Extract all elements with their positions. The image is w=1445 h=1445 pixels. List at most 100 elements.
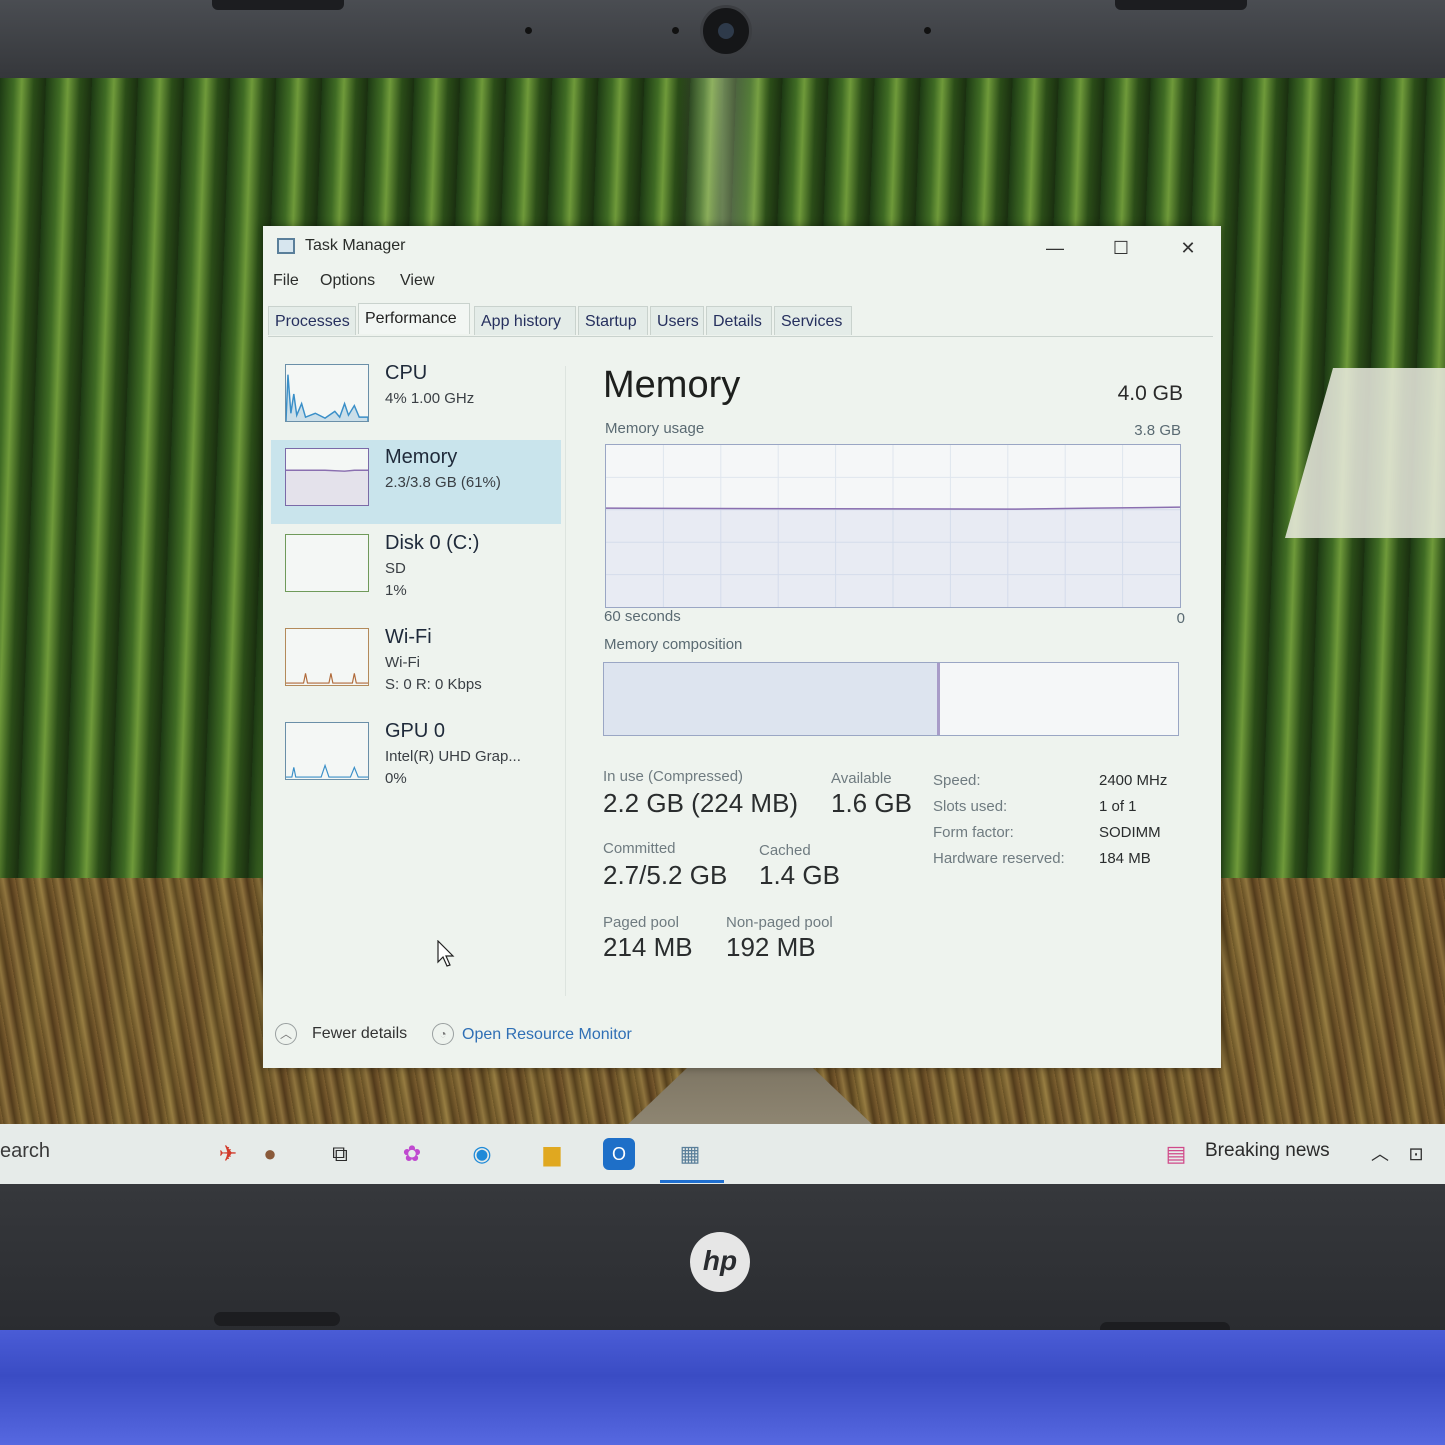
disk-graph-thumbnail bbox=[285, 534, 369, 592]
bezel-bumper bbox=[1115, 0, 1247, 10]
acorn-character-icon[interactable]: ● bbox=[252, 1136, 288, 1172]
sidebar-item-detail: 1% bbox=[385, 582, 407, 599]
screen-glare bbox=[1285, 368, 1445, 538]
edge-browser-icon[interactable]: ◉ bbox=[464, 1136, 500, 1172]
copilot-icon[interactable]: ✿ bbox=[394, 1136, 430, 1172]
stat-available-value: 1.6 GB bbox=[831, 788, 912, 818]
tab-processes[interactable]: Processes bbox=[268, 306, 356, 335]
window-footer: ︿ Fewer details ◔ Open Resource Monitor bbox=[275, 1021, 775, 1051]
hp-logo: hp bbox=[690, 1232, 750, 1292]
wifi-graph-thumbnail bbox=[285, 628, 369, 686]
task-manager-taskbar-icon[interactable]: ▦ bbox=[672, 1136, 708, 1172]
tab-users[interactable]: Users bbox=[650, 306, 704, 335]
task-manager-icon bbox=[277, 238, 295, 254]
memory-graph-thumbnail bbox=[285, 448, 369, 506]
tab-details[interactable]: Details bbox=[706, 306, 772, 335]
time-end-label: 0 bbox=[1176, 610, 1185, 627]
mouse-cursor-icon bbox=[437, 940, 455, 967]
gpu-graph-thumbnail bbox=[285, 722, 369, 780]
title-bar[interactable]: Task Manager — ☐ ✕ bbox=[263, 226, 1221, 270]
time-span-label: 60 seconds bbox=[604, 608, 681, 625]
spec-speed-value: 2400 MHz bbox=[1099, 772, 1168, 789]
performance-sidebar: CPU 4% 1.00 GHz Memory 2.3/3.8 GB (61%) … bbox=[271, 356, 563, 916]
stat-non-paged-pool-label: Non-paged pool bbox=[726, 914, 833, 931]
fewer-details-link[interactable]: Fewer details bbox=[312, 1025, 407, 1043]
memory-usage-max: 3.8 GB bbox=[1134, 422, 1181, 439]
spec-hw-reserved-value: 184 MB bbox=[1099, 850, 1151, 867]
mic-dot bbox=[924, 27, 931, 34]
sidebar-item-detail: 2.3/3.8 GB (61%) bbox=[385, 474, 501, 491]
bezel-bumper bbox=[214, 1312, 340, 1326]
spec-form-factor-value: SODIMM bbox=[1099, 824, 1161, 841]
sidebar-item-detail: 4% 1.00 GHz bbox=[385, 390, 475, 407]
sidebar-item-name: GPU 0 bbox=[385, 720, 446, 742]
taskbar: earch ✈ ● ⧉ ✿ ◉ ▆ O ▦ ▤ Breaking news ︿ … bbox=[0, 1124, 1445, 1184]
sidebar-item-detail: 0% bbox=[385, 770, 407, 787]
stat-non-paged-pool-value: 192 MB bbox=[726, 932, 816, 962]
memory-panel: Memory 4.0 GB Memory usage 3.8 GB 60 sec… bbox=[601, 356, 1191, 996]
sidebar-item-name: Memory bbox=[385, 446, 458, 468]
composition-in-use-segment bbox=[604, 663, 940, 735]
resource-monitor-icon: ◔ bbox=[432, 1023, 454, 1045]
news-icon[interactable]: ▤ bbox=[1158, 1136, 1194, 1172]
sidebar-item-wifi[interactable]: Wi-Fi Wi-Fi S: 0 R: 0 Kbps bbox=[271, 620, 561, 704]
task-manager-window: Task Manager — ☐ ✕ File Options View Pro… bbox=[263, 226, 1221, 1068]
sidebar-item-detail: Wi-Fi bbox=[385, 654, 420, 671]
spec-slots-label: Slots used: bbox=[933, 798, 1008, 815]
bezel-bumper bbox=[212, 0, 344, 10]
panel-divider bbox=[565, 366, 566, 996]
spec-speed-label: Speed: bbox=[933, 772, 981, 789]
sidebar-item-detail: S: 0 R: 0 Kbps bbox=[385, 676, 482, 693]
task-view-icon[interactable]: ⧉ bbox=[322, 1136, 358, 1172]
memory-usage-label: Memory usage bbox=[605, 420, 705, 437]
sidebar-item-detail: Intel(R) UHD Grap... bbox=[385, 748, 521, 765]
sidebar-item-name: Wi-Fi bbox=[385, 626, 432, 648]
active-app-indicator bbox=[660, 1180, 724, 1183]
close-button[interactable]: ✕ bbox=[1158, 232, 1218, 264]
chevron-up-icon[interactable]: ︿ bbox=[275, 1023, 297, 1045]
maximize-button[interactable]: ☐ bbox=[1091, 232, 1151, 264]
spec-hw-reserved-label: Hardware reserved: bbox=[933, 850, 1065, 867]
stat-committed-label: Committed bbox=[603, 840, 676, 857]
stat-cached-label: Cached bbox=[759, 842, 811, 859]
tab-startup[interactable]: Startup bbox=[578, 306, 648, 335]
menu-view[interactable]: View bbox=[400, 272, 434, 290]
minimize-button[interactable]: — bbox=[1025, 232, 1085, 264]
sidebar-item-gpu[interactable]: GPU 0 Intel(R) UHD Grap... 0% bbox=[271, 714, 561, 798]
open-resource-monitor-link[interactable]: Open Resource Monitor bbox=[462, 1026, 632, 1044]
cpu-graph-thumbnail bbox=[285, 364, 369, 422]
sidebar-item-cpu[interactable]: CPU 4% 1.00 GHz bbox=[271, 356, 561, 440]
memory-composition-bar bbox=[603, 662, 1179, 736]
chevron-up-icon[interactable]: ︿ bbox=[1362, 1136, 1398, 1172]
stat-available-label: Available bbox=[831, 770, 892, 787]
stat-paged-pool-value: 214 MB bbox=[603, 932, 693, 962]
sidebar-item-memory[interactable]: Memory 2.3/3.8 GB (61%) bbox=[271, 440, 561, 524]
sidebar-item-name: CPU bbox=[385, 362, 428, 384]
menu-file[interactable]: File bbox=[273, 272, 299, 290]
taskbar-search[interactable]: earch bbox=[0, 1140, 50, 1163]
spec-form-factor-label: Form factor: bbox=[933, 824, 1014, 841]
tab-services[interactable]: Services bbox=[774, 306, 852, 335]
mic-dot bbox=[525, 27, 532, 34]
network-icon[interactable]: ⊡ bbox=[1398, 1136, 1434, 1172]
tab-app-history[interactable]: App history bbox=[474, 306, 576, 335]
panel-title: Memory bbox=[603, 364, 741, 406]
spec-slots-value: 1 of 1 bbox=[1099, 798, 1137, 815]
laptop-chassis bbox=[0, 1330, 1445, 1445]
menu-options[interactable]: Options bbox=[320, 272, 375, 290]
outlook-icon[interactable]: O bbox=[603, 1138, 635, 1170]
memory-usage-graph bbox=[605, 444, 1181, 608]
sidebar-item-disk[interactable]: Disk 0 (C:) SD 1% bbox=[271, 526, 561, 610]
mic-dot bbox=[672, 27, 679, 34]
tab-performance[interactable]: Performance bbox=[358, 303, 470, 334]
file-explorer-icon[interactable]: ▆ bbox=[534, 1136, 570, 1172]
stat-in-use-value: 2.2 GB (224 MB) bbox=[603, 788, 799, 818]
tab-strip: Processes Performance App history Startu… bbox=[268, 303, 1213, 337]
stat-committed-value: 2.7/5.2 GB bbox=[603, 860, 728, 890]
sidebar-item-name: Disk 0 (C:) bbox=[385, 532, 480, 554]
memory-composition-label: Memory composition bbox=[604, 636, 743, 653]
acorn-widget-icon[interactable]: ✈ bbox=[210, 1136, 246, 1172]
sidebar-item-detail: SD bbox=[385, 560, 406, 577]
breaking-news-widget[interactable]: Breaking news bbox=[1205, 1140, 1330, 1162]
stat-in-use-label: In use (Compressed) bbox=[603, 768, 744, 785]
